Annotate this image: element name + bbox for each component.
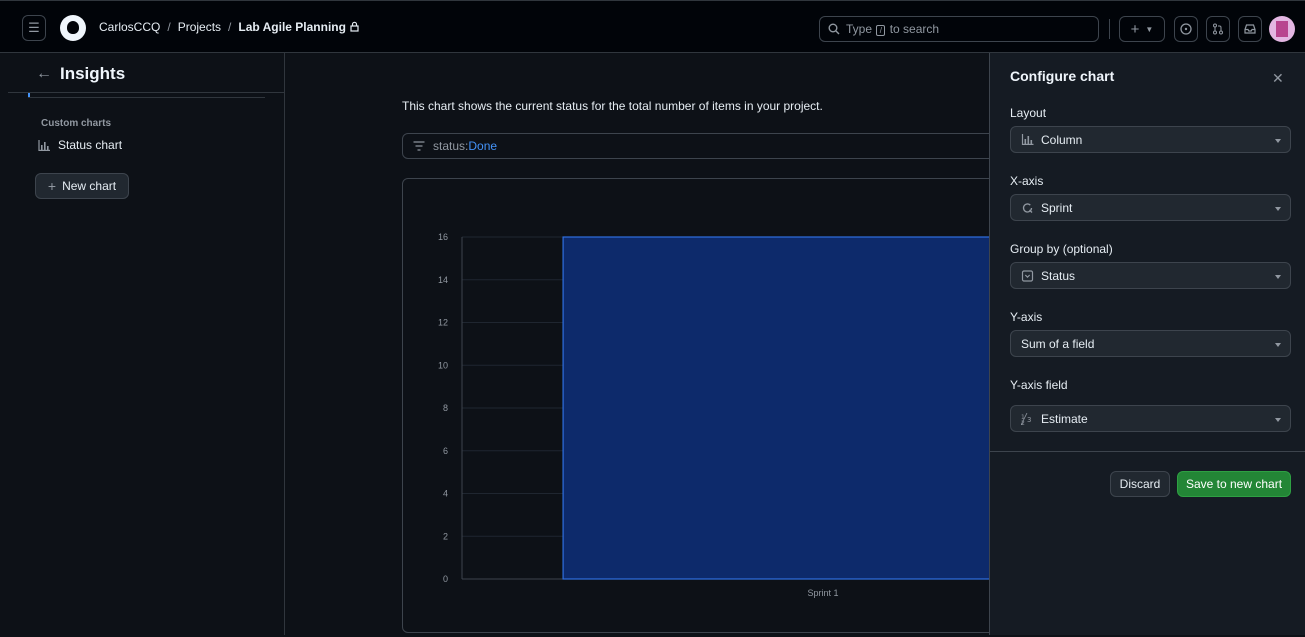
layout-select[interactable]: Column <box>1010 126 1291 153</box>
new-chart-label: New chart <box>62 179 117 193</box>
discard-button[interactable]: Discard <box>1110 471 1170 497</box>
x-axis-value: Sprint <box>1041 200 1073 215</box>
separator <box>1109 19 1110 39</box>
bar-chart-icon <box>38 139 50 151</box>
issues-button[interactable] <box>1174 16 1198 42</box>
breadcrumb-projects[interactable]: Projects <box>178 20 221 34</box>
breadcrumb: CarlosCCQ / Projects / Lab Agile Plannin… <box>99 20 359 34</box>
search-icon <box>828 23 840 35</box>
breadcrumb-separator: / <box>167 20 171 34</box>
y-axis-field-label: Y-axis field <box>1010 378 1068 392</box>
avatar[interactable] <box>1269 16 1295 42</box>
breadcrumb-project[interactable]: Lab Agile Planning <box>238 20 346 34</box>
group-by-select[interactable]: Status <box>1010 262 1291 289</box>
sidebar-item-status-chart[interactable]: Status chart <box>38 138 122 152</box>
top-navigation-bar: ☰ CarlosCCQ / Projects / Lab Agile Plann… <box>0 0 1305 53</box>
bar <box>562 236 1084 580</box>
single-select-icon <box>1021 269 1034 282</box>
github-logo-icon[interactable] <box>60 15 86 41</box>
pull-requests-button[interactable] <box>1206 16 1230 42</box>
panel-title: Configure chart <box>1010 68 1115 84</box>
breadcrumb-owner[interactable]: CarlosCCQ <box>99 20 160 34</box>
hamburger-icon: ☰ <box>28 20 40 35</box>
x-axis-select[interactable]: Sprint <box>1010 194 1291 221</box>
y-axis-select[interactable]: Sum of a field <box>1010 330 1291 357</box>
insights-header: ← Insights <box>8 53 285 93</box>
save-to-new-chart-button[interactable]: Save to new chart <box>1177 471 1291 497</box>
insights-sidebar: ← Insights Custom charts Status chart + … <box>8 53 285 635</box>
chevron-down-icon <box>1275 207 1281 211</box>
y-tick-label: 10 <box>438 360 448 370</box>
plus-icon: + <box>47 178 57 194</box>
group-by-label: Group by (optional) <box>1010 242 1113 256</box>
number-icon: 12 3 <box>1021 412 1031 425</box>
configure-chart-panel: Configure chart ✕ Layout Column X-axis S… <box>989 53 1305 635</box>
new-chart-button[interactable]: + New chart <box>35 173 129 199</box>
y-tick-label: 14 <box>438 275 448 285</box>
y-tick-label: 12 <box>438 318 448 328</box>
chevron-down-icon <box>1275 343 1281 347</box>
layout-label: Layout <box>1010 106 1047 120</box>
page-title: Insights <box>60 64 126 83</box>
chevron-down-icon <box>1275 418 1281 422</box>
back-arrow-icon[interactable]: ← <box>36 65 52 83</box>
iteration-icon <box>1022 202 1033 213</box>
layout-value: Column <box>1041 132 1083 147</box>
chart-description: This chart shows the current status for … <box>402 99 823 113</box>
chevron-down-icon <box>1275 139 1281 143</box>
filter-icon <box>413 141 425 151</box>
breadcrumb-separator: / <box>228 20 232 34</box>
y-tick-label: 6 <box>443 446 448 456</box>
divider <box>28 97 265 98</box>
menu-button[interactable]: ☰ <box>22 15 46 41</box>
svg-text:3: 3 <box>1027 416 1031 424</box>
chevron-down-icon <box>1275 275 1281 279</box>
group-by-value: Status <box>1041 268 1076 283</box>
filter-text: status:Done <box>433 139 498 153</box>
filter-input[interactable]: status:Done <box>402 133 1002 159</box>
x-tick-label: Sprint 1 <box>807 588 838 598</box>
sidebar-item-label: Status chart <box>58 138 123 152</box>
plus-icon: + <box>1130 20 1140 38</box>
inbox-icon <box>1244 24 1256 34</box>
x-axis-label: X-axis <box>1010 174 1044 188</box>
y-axis-label: Y-axis <box>1010 310 1043 324</box>
inbox-button[interactable] <box>1238 16 1262 42</box>
pull-request-icon <box>1213 23 1223 35</box>
y-tick-label: 2 <box>443 531 448 541</box>
y-tick-label: 0 <box>443 574 448 584</box>
section-label: Custom charts <box>41 118 112 129</box>
y-tick-label: 8 <box>443 403 448 413</box>
y-tick-label: 16 <box>438 232 448 242</box>
chevron-down-icon: ▼ <box>1145 24 1154 34</box>
y-axis-value: Sum of a field <box>1021 336 1095 351</box>
y-tick-label: 4 <box>443 489 448 499</box>
lock-icon <box>350 21 359 32</box>
create-new-button[interactable]: + ▼ <box>1119 16 1165 42</box>
chart-card: 0 2 4 6 8 10 12 14 16 Sprint 1 <box>402 178 1084 633</box>
y-axis-field-value: Estimate <box>1041 411 1088 426</box>
y-axis-field-select[interactable]: 123 Estimate <box>1010 405 1291 432</box>
divider <box>990 451 1305 452</box>
search-input[interactable]: Type / to search <box>819 16 1099 42</box>
column-chart: 0 2 4 6 8 10 12 14 16 Sprint 1 <box>438 232 1084 598</box>
issue-icon <box>1180 23 1192 35</box>
search-placeholder: Type / to search <box>846 22 940 36</box>
bar-chart-icon <box>1021 134 1034 145</box>
close-icon[interactable]: ✕ <box>1272 70 1284 87</box>
